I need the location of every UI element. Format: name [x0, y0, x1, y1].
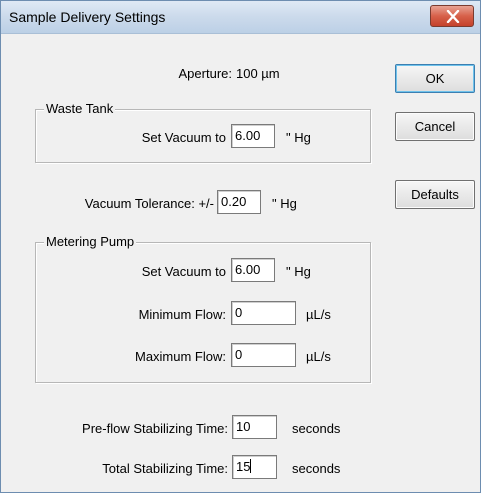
minimum-flow-unit: µL/s [306, 307, 331, 322]
total-stabilizing-unit: seconds [292, 461, 341, 476]
metering-pump-vacuum-label: Set Vacuum to [141, 264, 226, 279]
close-icon [446, 10, 460, 23]
title-bar[interactable]: Sample Delivery Settings [1, 1, 480, 34]
preflow-time-unit: seconds [292, 421, 341, 436]
preflow-time-label: Pre-flow Stabilizing Time: [82, 421, 228, 436]
waste-tank-group-label: Waste Tank [44, 101, 116, 116]
maximum-flow-label: Maximum Flow: [134, 349, 226, 364]
total-stabilizing-input[interactable]: 15 [232, 455, 277, 479]
waste-tank-vacuum-input[interactable]: 6.00 [231, 124, 275, 148]
waste-tank-vacuum-unit: " Hg [286, 130, 311, 145]
vacuum-tolerance-input[interactable]: 0.20 [217, 190, 261, 214]
defaults-button[interactable]: Defaults [395, 180, 475, 209]
cancel-button[interactable]: Cancel [395, 112, 475, 141]
waste-tank-vacuum-label: Set Vacuum to [141, 130, 226, 145]
preflow-time-input[interactable]: 10 [232, 415, 277, 439]
metering-pump-group-label: Metering Pump [44, 234, 137, 249]
metering-pump-group: Metering Pump Set Vacuum to 6.00 " Hg Mi… [35, 234, 371, 383]
close-button[interactable] [430, 5, 474, 27]
maximum-flow-input[interactable]: 0 [231, 343, 296, 367]
total-stabilizing-label: Total Stabilizing Time: [102, 461, 228, 476]
aperture-label: Aperture: [178, 66, 232, 81]
window-title: Sample Delivery Settings [9, 9, 166, 25]
text-caret [250, 459, 252, 473]
metering-pump-vacuum-unit: " Hg [286, 264, 311, 279]
vacuum-tolerance-label: Vacuum Tolerance: +/- [84, 196, 214, 211]
aperture-value: 100 µm [236, 66, 280, 81]
minimum-flow-label: Minimum Flow: [138, 307, 226, 322]
dialog-window: Sample Delivery Settings Aperture: 100 µ… [0, 0, 481, 493]
maximum-flow-unit: µL/s [306, 349, 331, 364]
vacuum-tolerance-unit: " Hg [272, 196, 297, 211]
minimum-flow-input[interactable]: 0 [231, 301, 296, 325]
ok-button[interactable]: OK [395, 64, 475, 93]
waste-tank-group: Waste Tank Set Vacuum to 6.00 " Hg [35, 101, 371, 163]
dialog-body: Aperture: 100 µm Waste Tank Set Vacuum t… [2, 35, 479, 492]
metering-pump-vacuum-input[interactable]: 6.00 [231, 258, 275, 282]
